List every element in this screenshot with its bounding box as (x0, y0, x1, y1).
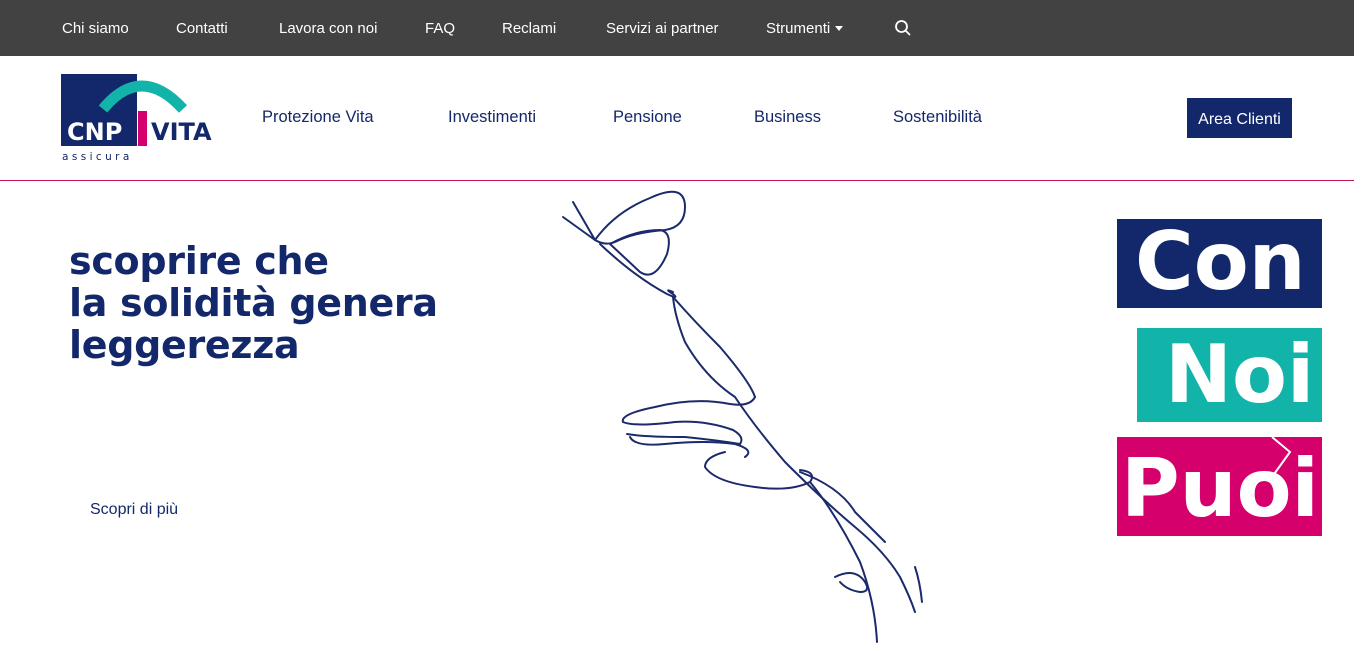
scopri-di-piu-link[interactable]: Scopri di più (90, 501, 178, 519)
nav-item-sostenibilita[interactable]: Sostenibilità (893, 108, 982, 127)
hero-title: scoprire che la solidità genera leggerez… (69, 240, 438, 366)
nav-item-protezione-vita[interactable]: Protezione Vita (262, 108, 374, 127)
search-icon[interactable] (893, 18, 913, 38)
caret-down-icon (835, 26, 844, 31)
svg-text:CNP: CNP (67, 118, 122, 146)
hand-butterfly-illustration (562, 190, 923, 643)
badge-con: Con (1117, 219, 1322, 308)
badge-puoi: Puoi (1117, 437, 1322, 536)
hero-title-line: la solidità genera (69, 281, 438, 325)
topbar-link-contatti[interactable]: Contatti (176, 0, 228, 56)
nav-item-investimenti[interactable]: Investimenti (448, 108, 536, 127)
topbar-link-reclami[interactable]: Reclami (502, 0, 556, 56)
badge-arrow-icon (1271, 437, 1292, 478)
nav-item-pensione[interactable]: Pensione (613, 108, 682, 127)
nav-item-business[interactable]: Business (754, 108, 821, 127)
topbar-dropdown-strumenti[interactable]: Strumenti (766, 0, 844, 56)
svg-text:VITA: VITA (151, 118, 212, 146)
top-utility-bar: Chi siamo Contatti Lavora con noi FAQ Re… (0, 0, 1354, 56)
topbar-link-faq[interactable]: FAQ (425, 0, 455, 56)
topbar-link-servizi-ai-partner[interactable]: Servizi ai partner (606, 0, 719, 56)
badge-noi: Noi (1137, 328, 1322, 422)
main-header: CNP VITA assicura Protezione Vita Invest… (0, 56, 1354, 181)
topbar-link-chi-siamo[interactable]: Chi siamo (62, 0, 129, 56)
hero-title-line: scoprire che (69, 239, 329, 283)
topbar-dropdown-label: Strumenti (766, 20, 831, 37)
topbar-link-lavora-con-noi[interactable]: Lavora con noi (279, 0, 377, 56)
area-clienti-button[interactable]: Area Clienti (1187, 98, 1292, 138)
hero-title-line: leggerezza (69, 323, 300, 367)
cnp-vita-logo[interactable]: CNP VITA assicura (61, 73, 213, 165)
svg-text:assicura: assicura (62, 151, 133, 163)
